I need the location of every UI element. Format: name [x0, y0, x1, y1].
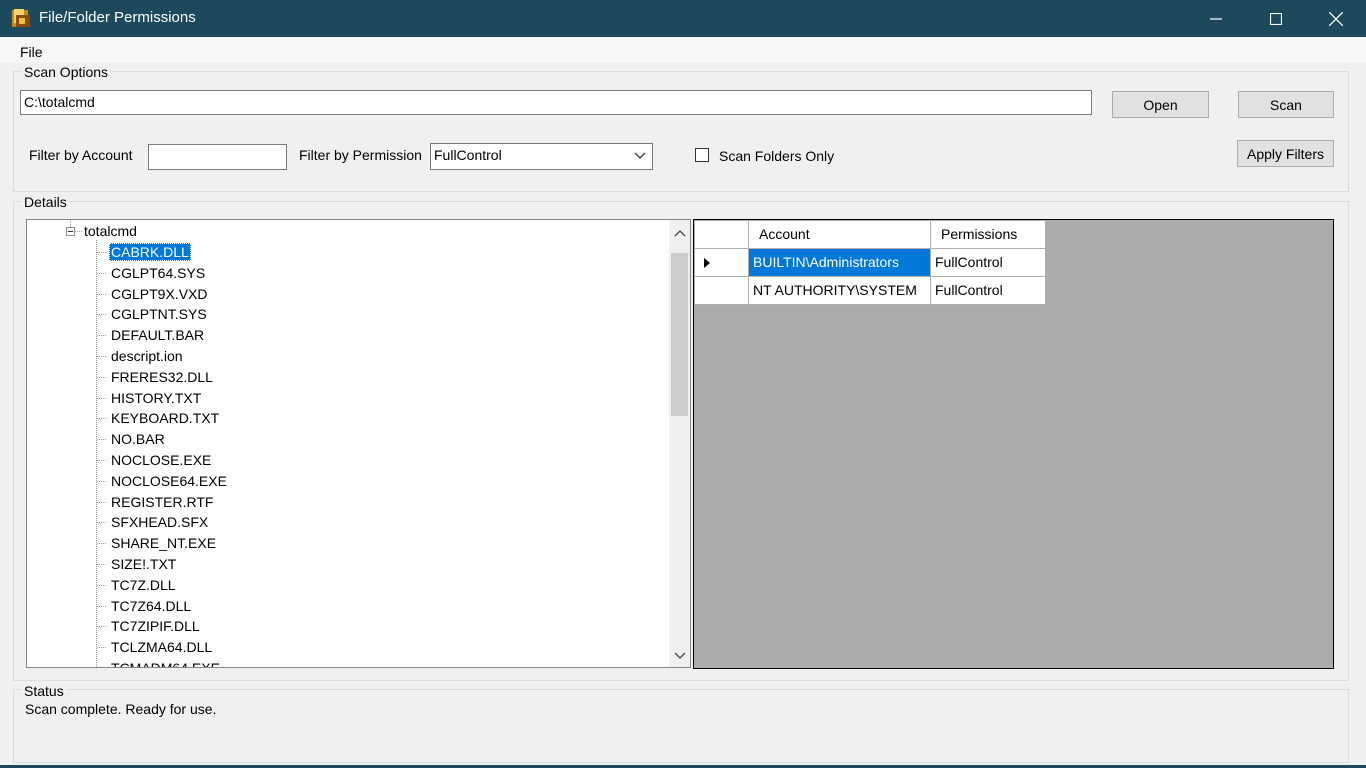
menu-file[interactable]: File — [20, 44, 43, 60]
filter-permission-value: FullControl — [434, 147, 502, 163]
tree-node[interactable]: CGLPT9X.VXD — [109, 285, 209, 303]
scroll-thumb[interactable] — [671, 253, 688, 416]
row-header-current[interactable] — [695, 249, 749, 277]
scan-options-label: Scan Options — [22, 64, 111, 80]
tree-node[interactable]: TCLZMA64.DLL — [109, 638, 214, 656]
tree-node[interactable]: CGLPT64.SYS — [109, 264, 207, 282]
status-label: Status — [22, 683, 66, 699]
scan-button[interactable]: Scan — [1238, 91, 1334, 118]
tree-collapse-toggle[interactable] — [66, 227, 75, 236]
filter-account-input[interactable] — [148, 144, 287, 170]
grid-cell-account[interactable]: NT AUTHORITY\SYSTEM — [749, 277, 931, 305]
tree-node[interactable]: NO.BAR — [109, 430, 167, 448]
tree-root-node[interactable]: totalcmd — [84, 223, 137, 239]
app-icon — [12, 9, 30, 27]
close-icon — [1329, 11, 1343, 26]
chevron-up-icon — [674, 229, 685, 236]
tree-node[interactable]: TCMADM64.EXE — [109, 659, 222, 667]
close-button[interactable] — [1306, 0, 1366, 37]
tree-vertical-scrollbar[interactable] — [669, 220, 690, 667]
grid-corner-header — [695, 221, 749, 249]
minimize-button[interactable] — [1186, 0, 1246, 37]
window-title: File/Folder Permissions — [39, 9, 196, 26]
maximize-icon — [1270, 12, 1282, 25]
grid-cell-permissions[interactable]: FullControl — [931, 249, 1046, 277]
scroll-up-button[interactable] — [669, 222, 690, 243]
tree-node[interactable]: HISTORY.TXT — [109, 389, 203, 407]
scan-folders-only-checkbox[interactable] — [695, 148, 709, 162]
scan-folders-only-label: Scan Folders Only — [719, 148, 835, 164]
row-header[interactable] — [695, 277, 749, 305]
column-header-account[interactable]: Account — [749, 221, 931, 249]
title-bar: File/Folder Permissions — [0, 0, 1366, 37]
column-header-permissions[interactable]: Permissions — [931, 221, 1046, 249]
tree-node[interactable]: CABRK.DLL — [109, 243, 191, 261]
maximize-button[interactable] — [1246, 0, 1306, 37]
tree-node[interactable]: FRERES32.DLL — [109, 368, 215, 386]
filter-permission-select[interactable]: FullControl — [430, 143, 653, 170]
filter-permission-label: Filter by Permission — [299, 147, 422, 163]
minimize-icon — [1210, 17, 1222, 20]
tree-node[interactable]: NOCLOSE.EXE — [109, 451, 213, 469]
tree-connector-lines — [70, 220, 107, 667]
tree-node[interactable]: SHARE_NT.EXE — [109, 534, 218, 552]
apply-filters-button[interactable]: Apply Filters — [1237, 140, 1334, 167]
menu-bar: File — [0, 37, 1366, 63]
tree-node[interactable]: REGISTER.RTF — [109, 493, 215, 511]
open-button[interactable]: Open — [1112, 91, 1209, 118]
path-input[interactable]: C:\totalcmd — [20, 90, 1092, 115]
tree-node[interactable]: TC7ZIPIF.DLL — [109, 617, 202, 635]
file-tree[interactable]: totalcmd CABRK.DLL CGLPT64.SYS CGLPT9X.VXD… — [26, 219, 691, 668]
status-message: Scan complete. Ready for use. — [25, 701, 217, 717]
scroll-down-button[interactable] — [669, 645, 690, 666]
grid-cell-permissions[interactable]: FullControl — [931, 277, 1046, 305]
chevron-down-icon — [634, 152, 646, 159]
tree-node[interactable]: SFXHEAD.SFX — [109, 513, 210, 531]
chevron-down-icon — [674, 652, 685, 659]
tree-node[interactable]: KEYBOARD.TXT — [109, 409, 221, 427]
permissions-grid[interactable]: Account Permissions BUILTIN\Administrato… — [693, 219, 1334, 669]
tree-node[interactable]: TC7Z.DLL — [109, 576, 178, 594]
current-row-arrow-icon — [704, 258, 710, 268]
tree-node[interactable]: NOCLOSE64.EXE — [109, 472, 229, 490]
filter-account-label: Filter by Account — [29, 147, 133, 163]
tree-node[interactable]: TC7Z64.DLL — [109, 597, 193, 615]
tree-node[interactable]: descript.ion — [109, 347, 185, 365]
grid-cell-account[interactable]: BUILTIN\Administrators — [749, 249, 931, 277]
tree-node[interactable]: DEFAULT.BAR — [109, 326, 206, 344]
tree-node[interactable]: CGLPTNT.SYS — [109, 305, 209, 323]
tree-node[interactable]: SIZE!.TXT — [109, 555, 178, 573]
details-label: Details — [22, 194, 69, 210]
